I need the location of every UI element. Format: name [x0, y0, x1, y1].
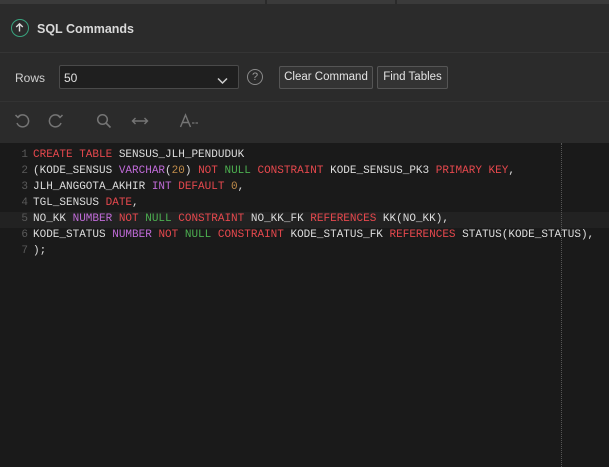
print-margin-guide — [561, 143, 562, 467]
code-token: ( — [165, 165, 172, 177]
code-token: NUMBER — [72, 213, 119, 225]
undo-icon[interactable] — [14, 113, 30, 134]
code-token: NOT — [158, 229, 185, 241]
line-number: 1 — [21, 149, 28, 161]
code-token: KODE_SENSUS_PK3 — [330, 165, 436, 177]
code-line[interactable]: ); — [33, 245, 46, 257]
code-token: JLH_ANGGOTA_AKHIR — [33, 181, 152, 193]
find-tables-button[interactable]: Find Tables — [377, 66, 448, 89]
code-token: KODE_STATUS_FK — [290, 229, 390, 241]
code-token: CONSTRAINT — [217, 229, 291, 241]
rows-controls-bar: Rows 50 ? Clear Command Find Tables — [0, 53, 609, 101]
code-token: CONSTRAINT — [178, 213, 251, 225]
code-token: STATUS(KODE_STATUS), — [462, 229, 595, 241]
code-token: ); — [33, 245, 47, 257]
code-token: 20 — [171, 165, 185, 177]
code-token: INT — [151, 181, 179, 193]
code-token: REFERENCES — [310, 213, 383, 225]
expand-horizontal-icon[interactable] — [131, 113, 149, 134]
page-title: SQL Commands — [37, 22, 135, 36]
code-token: KODE_STATUS — [33, 229, 113, 241]
code-token: 0 — [231, 181, 238, 193]
code-line[interactable]: JLH_ANGGOTA_AKHIR INT DEFAULT 0, — [33, 181, 244, 193]
editor-toolbar — [0, 101, 609, 144]
code-token: NO_KK — [33, 213, 73, 225]
code-token: NULL — [224, 165, 258, 177]
line-number: 3 — [21, 181, 28, 193]
code-token: NO_KK_FK — [250, 213, 311, 225]
panel-header: SQL Commands — [0, 4, 609, 53]
line-number: 6 — [21, 229, 28, 241]
code-token: CONSTRAINT — [257, 165, 331, 177]
help-icon[interactable]: ? — [247, 69, 263, 85]
rows-select[interactable]: 50 — [59, 65, 239, 89]
code-token: REFERENCES — [389, 229, 463, 241]
redo-icon[interactable] — [48, 113, 64, 134]
code-token: KK(NO_KK), — [382, 213, 449, 225]
sql-editor[interactable]: 1 CREATE TABLE SENSUS_JLH_PENDUDUK 2 (KODE_… — [0, 143, 609, 467]
line-number: 4 — [21, 197, 28, 209]
code-token: NULL — [184, 229, 218, 241]
code-token: SENSUS_JLH_PENDUDUK — [118, 149, 245, 161]
code-token: NOT — [118, 213, 146, 225]
code-token: , — [237, 181, 245, 193]
code-token: DEFAULT — [178, 181, 232, 193]
code-token: , — [132, 197, 139, 209]
code-token: NULL — [145, 213, 179, 225]
code-token: DATE — [105, 197, 133, 209]
code-token: , — [508, 165, 515, 177]
code-token: TGL_SENSUS — [33, 197, 106, 209]
chevron-down-icon — [217, 72, 228, 90]
code-line[interactable]: KODE_STATUS NUMBER NOT NULL CONSTRAINT K… — [33, 229, 594, 241]
search-icon[interactable] — [96, 113, 112, 134]
code-line[interactable]: CREATE TABLE SENSUS_JLH_PENDUDUK — [33, 149, 244, 161]
line-number: 7 — [21, 245, 28, 257]
code-line[interactable]: (KODE_SENSUS VARCHAR(20) NOT NULL CONSTR… — [33, 165, 515, 177]
rows-select-value: 50 — [64, 71, 78, 85]
line-number: 2 — [21, 165, 28, 177]
arrow-up-circle-icon[interactable] — [11, 19, 29, 37]
clear-command-button[interactable]: Clear Command — [279, 66, 373, 89]
code-token: NUMBER — [112, 229, 159, 241]
code-token: NOT — [198, 165, 225, 177]
font-size-icon[interactable] — [179, 113, 199, 134]
line-number: 5 — [21, 213, 28, 225]
code-token: ) — [184, 165, 199, 177]
rows-label: Rows — [15, 71, 46, 85]
code-line[interactable]: NO_KK NUMBER NOT NULL CONSTRAINT NO_KK_F… — [33, 213, 449, 225]
code-token: CREATE TABLE — [33, 149, 119, 161]
code-token: VARCHAR — [118, 165, 166, 177]
code-line[interactable]: TGL_SENSUS DATE, — [33, 197, 139, 209]
code-token: PRIMARY KEY — [435, 165, 509, 177]
code-token: (KODE_SENSUS — [33, 165, 119, 177]
